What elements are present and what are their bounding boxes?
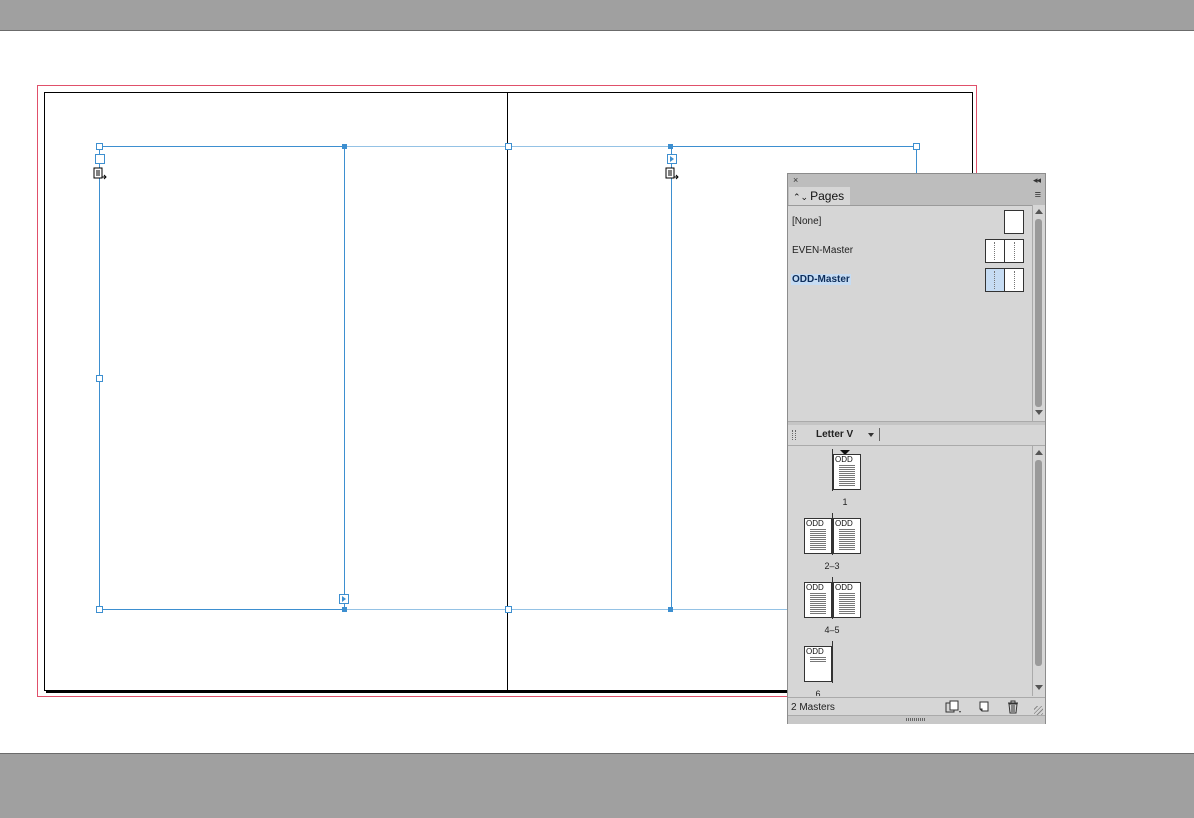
text-frame-left-top-edge[interactable] [99,146,345,147]
margin-dots [994,242,995,260]
trash-icon[interactable] [1006,700,1020,714]
page-number: 2–3 [824,561,840,571]
text-frame-right-left-edge[interactable] [671,146,672,610]
in-port-threaded-icon[interactable] [667,154,677,164]
text-frame-left-bottom-edge[interactable] [99,609,345,610]
scroll-up-icon[interactable] [1035,450,1043,455]
grip-icon [792,430,796,440]
scroll-thumb[interactable] [1035,460,1042,666]
chevron-down-icon [868,433,874,437]
scroll-thumb[interactable] [1035,219,1042,407]
master-prefix: ODD [835,583,853,592]
selection-handle-top-left[interactable] [96,143,103,150]
margin-dots [1014,242,1015,260]
loaded-text-cursor-icon [93,167,107,180]
resize-handle-icon[interactable] [1034,706,1043,715]
master-prefix: ODD [806,519,824,528]
panel-titlebar[interactable]: × ◂◂ [788,174,1045,186]
scroll-down-icon[interactable] [1035,685,1043,690]
text-lines [810,657,826,663]
master-thumbnail-selected [985,268,1024,292]
frame-corner-marker [668,607,673,612]
text-lines [839,593,855,615]
scroll-down-icon[interactable] [1035,410,1043,415]
master-prefix: ODD [806,647,824,656]
page-size-select[interactable]: Letter V [806,426,880,443]
selection-highlight [986,269,1004,291]
masters-list: [None] EVEN-Master ODD-Master [789,205,1031,421]
page-thumbnail-5[interactable]: ODD [833,582,861,618]
frame-corner-marker [668,144,673,149]
master-thumbnail [985,239,1024,263]
tab-pages[interactable]: ⌃⌄ Pages [789,187,851,205]
text-frame-right-top-edge[interactable] [671,146,917,147]
selection-handle-bottom-center[interactable] [505,606,512,613]
spread-spine [832,641,833,683]
page-thumbnail-1[interactable]: ODD [833,454,861,490]
edit-page-size-icon[interactable] [945,700,963,714]
selection-handle-middle-left[interactable] [96,375,103,382]
separator [879,428,880,441]
text-lines [839,529,855,551]
frame-corner-marker [342,607,347,612]
selection-handle-top-center[interactable] [505,143,512,150]
group-bounding-bottom [345,609,787,610]
master-name-selected: ODD-Master [791,274,851,285]
application-bottom-bar [0,754,1194,818]
tab-label: Pages [810,189,845,203]
page-thumbnail-4[interactable]: ODD [804,582,832,618]
page-number: 1 [842,497,848,507]
master-thumbnail [1004,210,1024,234]
text-frame-right-right-edge[interactable] [916,146,917,174]
selection-handle-top-right[interactable] [913,143,920,150]
page-number: 4–5 [824,625,840,635]
out-port-icon[interactable] [339,594,349,604]
loaded-text-cursor-icon [665,167,679,180]
margin-dots [1014,271,1015,289]
new-page-icon[interactable] [977,700,991,714]
text-lines [810,529,826,551]
master-prefix: ODD [835,519,853,528]
panel-tab-row: ⌃⌄ Pages ≡ [788,186,1045,206]
panel-menu-icon[interactable]: ≡ [1035,189,1041,201]
document-pages-list: ODD 1 ODD ODD 2–3 ODD ODD 4–5 ODD 6 [788,446,1032,696]
master-prefix: ODD [806,583,824,592]
text-frame-left-right-edge[interactable] [344,146,345,610]
master-prefix: ODD [835,455,853,464]
in-port-icon[interactable] [95,154,105,164]
master-row-odd[interactable]: ODD-Master [789,266,1031,294]
application-top-bar [0,0,1194,31]
pages-panel: × ◂◂ ⌃⌄ Pages ≡ [None] EVEN-Master ODD-Ma… [787,173,1046,724]
panel-bottom-gripper[interactable] [788,715,1045,724]
collapse-icon[interactable]: ◂◂ [1033,174,1041,186]
page-thumbnail-2[interactable]: ODD [804,518,832,554]
panel-status-bar: 2 Masters [788,697,1045,716]
page-size-value: Letter V [816,429,854,440]
master-row-none[interactable]: [None] [789,208,1031,236]
spread-spine [1004,269,1005,291]
master-name: [None] [792,216,822,227]
margin-dots [994,271,995,289]
spread-spine [1004,240,1005,262]
masters-scrollbar[interactable] [1032,205,1045,421]
page-thumbnail-3[interactable]: ODD [833,518,861,554]
master-row-even[interactable]: EVEN-Master [789,237,1031,265]
frame-corner-marker [342,144,347,149]
page-number: 6 [815,689,821,696]
text-lines [810,593,826,615]
scroll-up-icon[interactable] [1035,209,1043,214]
text-lines [839,465,855,487]
pages-scrollbar[interactable] [1032,446,1045,696]
master-name: EVEN-Master [792,245,854,256]
status-text: 2 Masters [791,702,835,713]
close-icon[interactable]: × [793,174,798,186]
page-thumbnail-6[interactable]: ODD [804,646,832,682]
gripper-lines [906,718,926,721]
page-size-row: Letter V [788,425,1045,446]
tab-arrows-icon: ⌃⌄ [793,192,809,202]
spread-page-left[interactable] [44,92,509,691]
selection-handle-bottom-left[interactable] [96,606,103,613]
